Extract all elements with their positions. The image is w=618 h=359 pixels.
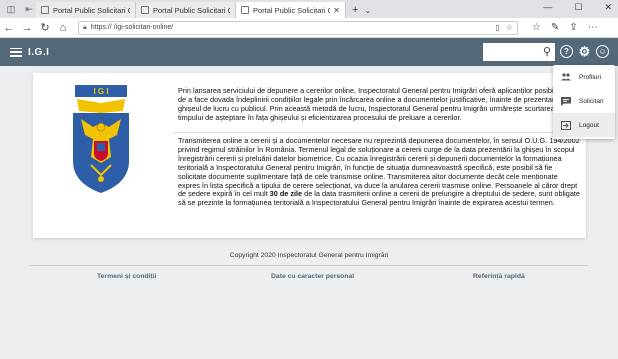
page-favicon-icon: [141, 6, 149, 14]
browser-tab-strip: ◫ ⇤ Portal Public Solicitari Onlin Porta…: [0, 0, 618, 18]
igi-coat-of-arms: I G I: [71, 83, 131, 195]
notice-paragraph: Transmiterea online a cererii și a docum…: [178, 136, 581, 208]
brand-title: I.G.I: [28, 46, 50, 58]
tab-actions-icon[interactable]: ◫: [4, 2, 18, 16]
menu-item-label: Logout: [579, 121, 599, 129]
tab-label: Portal Public Solicitari C: [253, 5, 331, 15]
browser-toolbar: ← → ↻ ⌂ 🔒︎ https:// /igi-solicitari-onli…: [0, 18, 618, 38]
copyright-text: Copyright 2020 Inspectoratul General pen…: [229, 252, 389, 259]
menu-hamburger-icon[interactable]: [10, 47, 22, 57]
page-favicon-icon: [41, 6, 49, 14]
window-controls: — ☐ ✕: [543, 2, 612, 13]
people-icon: [561, 73, 571, 81]
reading-view-icon[interactable]: ▯: [495, 23, 499, 32]
maximize-icon[interactable]: ☐: [574, 2, 582, 13]
home-icon[interactable]: ⌂: [54, 22, 72, 34]
quick-reference-link[interactable]: Referință rapidă: [473, 273, 525, 280]
refresh-icon[interactable]: ↻: [36, 21, 54, 34]
address-bar[interactable]: 🔒︎ https:// /igi-solicitari-online/ ▯ ☆: [78, 20, 518, 35]
browser-tab-2[interactable]: Portal Public Solicitari Onlin: [136, 2, 236, 18]
chat-icon: [561, 96, 571, 106]
notice-text-bold: 30 de zile: [269, 189, 303, 199]
intro-paragraph: Prin lansarea serviciului de depunere a …: [178, 86, 574, 122]
app-header: I.G.I ⚲ ? ⚙ ☺: [0, 38, 618, 66]
more-icon[interactable]: ⋯: [588, 22, 598, 33]
browser-tab-3[interactable]: Portal Public Solicitari C ✕: [236, 2, 346, 18]
back-icon[interactable]: ←: [0, 22, 18, 34]
search-input[interactable]: ⚲: [483, 43, 555, 61]
personal-data-link[interactable]: Date cu caracter personal: [271, 273, 354, 280]
minimize-icon[interactable]: —: [543, 2, 552, 13]
tab-label: Portal Public Solicitari Onlin: [53, 5, 130, 15]
tab-list-chevron-icon[interactable]: ⌄: [364, 6, 371, 15]
tab-label: Portal Public Solicitari Onlin: [153, 5, 230, 15]
forward-icon[interactable]: →: [18, 22, 36, 34]
menu-item-label: Solicitari: [579, 97, 604, 105]
tab-back-icon[interactable]: ⇤: [22, 2, 36, 16]
header-actions: ? ⚙ ☺: [560, 45, 609, 58]
search-icon[interactable]: ⚲: [543, 45, 551, 58]
info-card: I G I Prin lansarea serviciului de depun…: [33, 73, 586, 238]
url-text: https:// /igi-solicitari-online/: [90, 24, 174, 31]
favorites-icon[interactable]: ☆: [532, 22, 541, 33]
favorite-star-icon[interactable]: ☆: [506, 23, 513, 32]
share-icon[interactable]: ⇪: [569, 22, 577, 33]
menu-item-profiluri[interactable]: Profiluri: [553, 65, 615, 89]
account-icon[interactable]: ☺: [596, 45, 609, 58]
menu-item-label: Profiluri: [579, 73, 602, 81]
close-tab-icon[interactable]: ✕: [333, 6, 340, 15]
logout-icon: [561, 120, 571, 130]
menu-item-solicitari[interactable]: Solicitari: [553, 89, 615, 113]
emblem-letters: I G I: [93, 87, 108, 96]
page-favicon-icon: [241, 6, 249, 14]
section-divider: [173, 132, 586, 133]
lock-icon: 🔒︎: [83, 23, 87, 31]
menu-item-logout[interactable]: Logout: [553, 113, 615, 137]
help-icon[interactable]: ?: [560, 45, 573, 58]
close-window-icon[interactable]: ✕: [604, 2, 612, 13]
browser-tools: ☆ ✎ ⇪ ⋯: [532, 22, 598, 33]
browser-tab-1[interactable]: Portal Public Solicitari Onlin: [36, 2, 136, 18]
account-dropdown-menu: Profiluri Solicitari Logout: [553, 65, 615, 139]
new-tab-icon[interactable]: +: [352, 4, 358, 16]
terms-link[interactable]: Termeni și condiții: [97, 273, 157, 280]
gear-icon[interactable]: ⚙: [578, 45, 591, 58]
footer-divider: [30, 265, 588, 266]
pen-icon[interactable]: ✎: [551, 22, 559, 33]
